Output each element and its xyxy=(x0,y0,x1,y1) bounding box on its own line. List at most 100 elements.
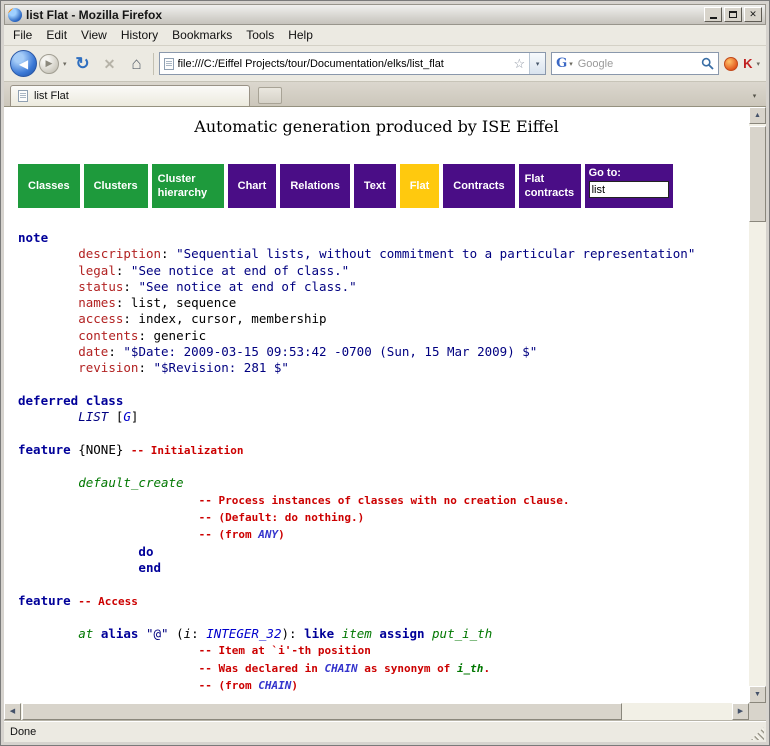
menu-history[interactable]: History xyxy=(114,26,165,44)
code-line xyxy=(18,426,749,442)
code-line: end xyxy=(18,560,749,576)
nav-button-clusters[interactable]: Clusters xyxy=(84,164,148,208)
code-line: LIST [G] xyxy=(18,409,749,425)
vertical-scrollbar[interactable]: ▲ ▼ xyxy=(749,107,766,703)
goto-label: Go to: xyxy=(589,167,669,179)
firefox-window: list Flat - Mozilla Firefox ✕ FileEditVi… xyxy=(0,0,770,746)
code-line: do xyxy=(18,544,749,560)
addon-orange-icon[interactable] xyxy=(724,57,738,71)
code-line: -- Process instances of classes with no … xyxy=(18,492,749,509)
forward-button[interactable]: ▶ xyxy=(39,54,59,74)
nav-button-classes[interactable]: Classes xyxy=(18,164,80,208)
home-button[interactable]: ⌂ xyxy=(126,55,148,72)
code-line: names: list, sequence xyxy=(18,295,749,311)
toolbar-separator xyxy=(153,53,154,75)
back-icon: ◀ xyxy=(19,57,28,71)
addon-dropdown[interactable]: ▾ xyxy=(756,60,760,68)
chevron-down-icon: ▾ xyxy=(753,92,757,100)
firefox-icon xyxy=(8,8,22,22)
search-input[interactable] xyxy=(576,57,698,71)
tab-label: list Flat xyxy=(34,90,69,102)
maximize-button[interactable] xyxy=(724,7,742,22)
page-favicon xyxy=(164,58,174,70)
horizontal-scrollbar[interactable]: ◀ ▶ xyxy=(4,703,749,720)
search-box: G ▾ xyxy=(551,52,719,75)
nav-button-cluster-hierarchy[interactable]: Cluster hierarchy xyxy=(152,164,224,208)
code-line: at alias "@" (i: INTEGER_32): like item … xyxy=(18,626,749,642)
goto-box: Go to: xyxy=(585,164,673,208)
nav-button-contracts[interactable]: Contracts xyxy=(443,164,514,208)
reload-button[interactable]: ↻ xyxy=(72,55,94,72)
doc-nav-buttons: ClassesClustersCluster hierarchyChartRel… xyxy=(18,164,749,208)
navigation-toolbar: ◀ ▶ ▾ ↻ ✕ ⌂ ☆ ▾ G ▾ K ▾ xyxy=(4,46,766,82)
addon-k-icon[interactable]: K xyxy=(743,57,752,70)
document-page: Automatic generation produced by ISE Eif… xyxy=(4,107,749,703)
menu-tools[interactable]: Tools xyxy=(239,26,281,44)
home-icon: ⌂ xyxy=(131,54,141,73)
tab-favicon xyxy=(18,90,28,102)
menu-view[interactable]: View xyxy=(74,26,114,44)
status-text: Done xyxy=(10,726,36,738)
code-line xyxy=(18,610,749,626)
menu-bar: FileEditViewHistoryBookmarksToolsHelp xyxy=(4,25,766,46)
tab-list-flat[interactable]: list Flat xyxy=(10,85,250,106)
url-input[interactable] xyxy=(178,58,510,70)
menu-file[interactable]: File xyxy=(6,26,39,44)
resize-grip-icon[interactable] xyxy=(751,727,764,740)
horizontal-scroll-thumb[interactable] xyxy=(22,703,622,720)
url-dropdown-button[interactable]: ▾ xyxy=(529,53,545,74)
nav-button-flat[interactable]: Flat xyxy=(400,164,440,208)
page-title: Automatic generation produced by ISE Eif… xyxy=(4,117,749,136)
code-line: note xyxy=(18,230,749,246)
menu-help[interactable]: Help xyxy=(281,26,320,44)
code-line: contents: generic xyxy=(18,328,749,344)
chevron-down-icon: ▾ xyxy=(536,60,540,68)
code-line: -- Item at `i'-th position xyxy=(18,642,749,659)
code-line: revision: "$Revision: 281 $" xyxy=(18,360,749,376)
scroll-up-button[interactable]: ▲ xyxy=(749,107,766,124)
url-bar: ☆ ▾ xyxy=(159,52,547,75)
title-bar: list Flat - Mozilla Firefox ✕ xyxy=(4,4,766,25)
bookmark-star-icon[interactable]: ☆ xyxy=(513,57,525,70)
code-line: status: "See notice at end of class." xyxy=(18,279,749,295)
close-button[interactable]: ✕ xyxy=(744,7,762,22)
history-dropdown[interactable]: ▾ xyxy=(63,60,67,68)
nav-button-chart[interactable]: Chart xyxy=(228,164,277,208)
maximize-icon xyxy=(729,11,737,18)
back-button[interactable]: ◀ xyxy=(10,50,37,77)
arrow-left-icon: ◀ xyxy=(10,708,15,715)
menu-bookmarks[interactable]: Bookmarks xyxy=(165,26,239,44)
nav-button-relations[interactable]: Relations xyxy=(280,164,350,208)
code-line: feature {NONE} -- Initialization xyxy=(18,442,749,459)
stop-icon: ✕ xyxy=(104,56,116,72)
code-line: -- Was declared in CHAIN as synonym of i… xyxy=(18,660,749,677)
goto-input[interactable] xyxy=(589,181,669,198)
code-line: -- (Default: do nothing.) xyxy=(18,509,749,526)
code-line xyxy=(18,576,749,592)
search-engine-dropdown[interactable]: ▾ xyxy=(569,60,573,68)
forward-icon: ▶ xyxy=(46,58,53,69)
code-listing: note description: "Sequential lists, wit… xyxy=(4,230,749,694)
code-line: legal: "See notice at end of class." xyxy=(18,263,749,279)
reload-icon: ↻ xyxy=(75,54,89,73)
status-bar: Done xyxy=(4,720,766,742)
nav-button-text[interactable]: Text xyxy=(354,164,396,208)
search-magnifier-icon[interactable] xyxy=(701,57,714,70)
menu-edit[interactable]: Edit xyxy=(39,26,74,44)
code-line: default_create xyxy=(18,475,749,491)
google-icon: G xyxy=(556,57,567,70)
scroll-left-button[interactable]: ◀ xyxy=(4,703,21,720)
stop-button[interactable]: ✕ xyxy=(99,57,121,71)
vertical-scroll-thumb[interactable] xyxy=(749,126,766,222)
nav-button-flat-contracts[interactable]: Flat contracts xyxy=(519,164,581,208)
code-line: access: index, cursor, membership xyxy=(18,311,749,327)
code-line: feature -- Access xyxy=(18,593,749,610)
code-line: description: "Sequential lists, without … xyxy=(18,246,749,262)
tab-strip-stub-button[interactable] xyxy=(258,87,282,104)
list-all-tabs-button[interactable]: ▾ xyxy=(746,87,763,104)
content-area: Automatic generation produced by ISE Eif… xyxy=(4,107,766,720)
scroll-right-button[interactable]: ▶ xyxy=(732,703,749,720)
minimize-button[interactable] xyxy=(704,7,722,22)
scroll-down-button[interactable]: ▼ xyxy=(749,686,766,703)
window-title: list Flat - Mozilla Firefox xyxy=(26,8,698,22)
